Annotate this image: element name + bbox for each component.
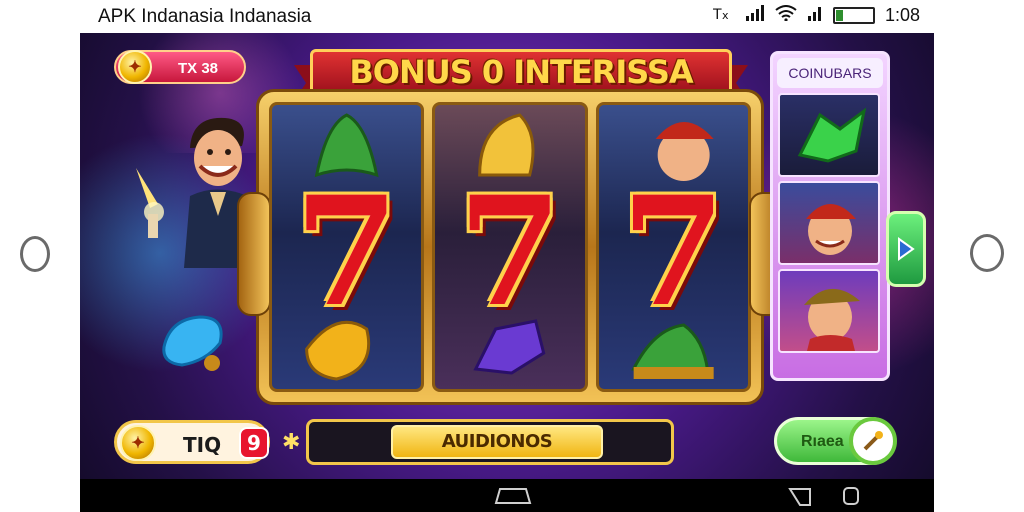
green-leaf-icon bbox=[630, 323, 714, 379]
app-title: APK Indanasia Indanasia bbox=[98, 6, 312, 27]
clock: 1:08 bbox=[884, 5, 920, 25]
reel-2[interactable]: 7 bbox=[432, 102, 588, 392]
slot-game: ✦ TX 38 BONUS 0 INTERISSA 7 7 7 COINUBAR… bbox=[80, 33, 934, 479]
progress-button[interactable]: AUIDIONOS bbox=[391, 425, 603, 459]
panel-tile-character[interactable] bbox=[778, 181, 880, 265]
green-star-icon bbox=[797, 107, 867, 163]
reel-1[interactable]: 7 bbox=[269, 102, 425, 392]
signal-icon bbox=[745, 5, 765, 26]
wifi-icon bbox=[775, 5, 797, 26]
spin-label: Rıaea bbox=[801, 433, 844, 450]
seven-symbol: 7 bbox=[294, 164, 399, 340]
reels: 7 7 7 bbox=[269, 102, 751, 392]
sparkle-icon: ✱ bbox=[282, 429, 301, 454]
purple-gem-icon bbox=[473, 319, 546, 375]
coin-icon: ✦ bbox=[118, 50, 152, 84]
svg-text:x: x bbox=[722, 9, 729, 21]
reel-3[interactable]: 7 bbox=[595, 102, 751, 392]
status-icons: Tx 1:08 bbox=[712, 5, 920, 26]
navigation-bar bbox=[80, 479, 934, 512]
bet-badge: 9 bbox=[239, 427, 269, 459]
confirm-icon bbox=[849, 417, 897, 465]
next-arrow-button[interactable] bbox=[886, 211, 926, 287]
seven-symbol: 7 bbox=[621, 164, 726, 340]
character-icon bbox=[806, 204, 856, 255]
character-icon bbox=[804, 288, 860, 351]
panel-tile-green-star[interactable] bbox=[778, 93, 880, 177]
play-arrow-icon bbox=[898, 237, 915, 261]
blue-gem-icon bbox=[162, 315, 223, 371]
back-icon[interactable] bbox=[788, 487, 812, 507]
battery-icon bbox=[832, 7, 875, 24]
banner-title: BONUS 0 INTERISSA bbox=[349, 53, 693, 91]
balance-label: TX 38 bbox=[178, 60, 219, 77]
panel-title: COINUBARS bbox=[777, 58, 883, 88]
right-nav-circle[interactable] bbox=[970, 234, 1004, 272]
bet-label: TIQ bbox=[183, 433, 222, 457]
seven-symbol: 7 bbox=[457, 164, 563, 340]
balance-pill[interactable]: ✦ TX 38 bbox=[114, 50, 246, 84]
slot-machine: 7 7 7 bbox=[237, 89, 783, 405]
svg-text:T: T bbox=[713, 7, 722, 21]
torch-icon bbox=[136, 168, 164, 238]
status-bar: APK Indanasia Indanasia Tx 1:08 bbox=[80, 0, 934, 33]
spin-button[interactable]: Rıaea bbox=[774, 417, 897, 465]
home-icon[interactable] bbox=[494, 487, 532, 505]
bet-pill[interactable]: ✦ TIQ 9 bbox=[114, 420, 270, 464]
gold-drop-icon bbox=[305, 320, 371, 381]
panel-tile-character[interactable] bbox=[778, 269, 880, 353]
recents-icon[interactable] bbox=[842, 486, 860, 506]
progress-track: AUIDIONOS bbox=[306, 419, 674, 465]
network-icon: Tx bbox=[712, 5, 735, 26]
coin-icon: ✦ bbox=[120, 425, 156, 461]
app-screen: APK Indanasia Indanasia Tx 1:08 ✦ TX 38 … bbox=[0, 0, 1024, 512]
signal-icon bbox=[807, 5, 823, 26]
left-nav-circle[interactable] bbox=[20, 236, 50, 272]
